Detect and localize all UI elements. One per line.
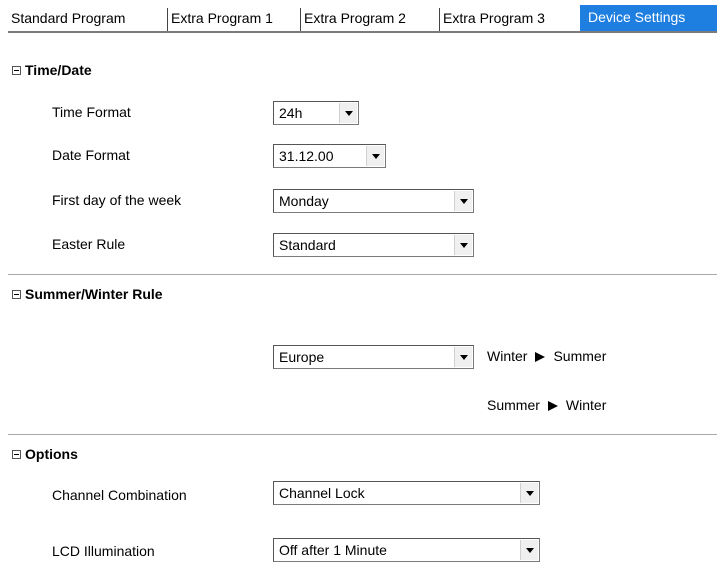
- tab-extra-program-2[interactable]: Extra Program 2: [301, 8, 440, 31]
- dst-transition-summer-winter: Summer Winter: [487, 397, 606, 413]
- date-format-value: 31.12.00: [279, 148, 334, 164]
- tab-bar-underline: [8, 31, 717, 33]
- dst-transition-winter-summer: Winter Summer: [487, 348, 606, 364]
- transition-from-label: Summer: [487, 397, 540, 413]
- transition-to-label: Summer: [553, 348, 607, 364]
- channel-combination-label: Channel Combination: [52, 487, 187, 503]
- first-day-value: Monday: [279, 193, 329, 209]
- easter-rule-select[interactable]: Standard: [273, 233, 474, 257]
- section-header-summer-winter[interactable]: Summer/Winter Rule: [0, 284, 717, 310]
- arrow-right-icon: [547, 401, 558, 411]
- section-divider: [8, 274, 717, 275]
- section-title-time-date: Time/Date: [25, 62, 92, 78]
- dst-region-value: Europe: [279, 349, 325, 365]
- easter-rule-label: Easter Rule: [52, 236, 126, 252]
- collapse-icon[interactable]: [12, 66, 21, 75]
- tab-device-settings[interactable]: Device Settings: [580, 5, 717, 33]
- section-title-options: Options: [25, 446, 78, 462]
- section-divider: [8, 434, 717, 435]
- dst-region-select[interactable]: Europe: [273, 345, 474, 369]
- lcd-illumination-select[interactable]: Off after 1 Minute: [273, 538, 540, 562]
- chevron-down-icon[interactable]: [454, 347, 472, 367]
- chevron-down-icon[interactable]: [454, 191, 472, 211]
- first-day-select[interactable]: Monday: [273, 189, 474, 213]
- easter-rule-value: Standard: [279, 237, 336, 253]
- date-format-select[interactable]: 31.12.00: [273, 144, 386, 168]
- section-header-time-date[interactable]: Time/Date: [0, 60, 717, 86]
- section-header-options[interactable]: Options: [0, 444, 717, 470]
- first-day-label: First day of the week: [52, 192, 182, 208]
- chevron-down-icon[interactable]: [454, 235, 472, 255]
- tab-bar: Standard Program Extra Program 1 Extra P…: [0, 0, 717, 34]
- section-title-summer-winter: Summer/Winter Rule: [25, 286, 163, 302]
- tab-extra-program-1[interactable]: Extra Program 1: [168, 8, 301, 31]
- chevron-down-icon[interactable]: [366, 146, 384, 166]
- channel-combination-value: Channel Lock: [279, 485, 365, 501]
- channel-combination-select[interactable]: Channel Lock: [273, 481, 540, 505]
- tab-standard-program[interactable]: Standard Program: [8, 8, 168, 31]
- lcd-illumination-value: Off after 1 Minute: [279, 542, 387, 558]
- chevron-down-icon[interactable]: [520, 483, 538, 503]
- time-format-value: 24h: [279, 105, 303, 121]
- tab-extra-program-3[interactable]: Extra Program 3: [440, 8, 578, 31]
- lcd-illumination-label: LCD Illumination: [52, 543, 155, 559]
- time-format-select[interactable]: 24h: [273, 101, 359, 125]
- transition-from-label: Winter: [487, 348, 528, 364]
- chevron-down-icon[interactable]: [520, 540, 538, 560]
- collapse-icon[interactable]: [12, 450, 21, 459]
- chevron-down-icon[interactable]: [339, 103, 357, 123]
- arrow-right-icon: [535, 352, 546, 362]
- time-format-label: Time Format: [52, 104, 131, 120]
- transition-to-label: Winter: [565, 397, 607, 413]
- date-format-label: Date Format: [52, 147, 130, 163]
- collapse-icon[interactable]: [12, 290, 21, 299]
